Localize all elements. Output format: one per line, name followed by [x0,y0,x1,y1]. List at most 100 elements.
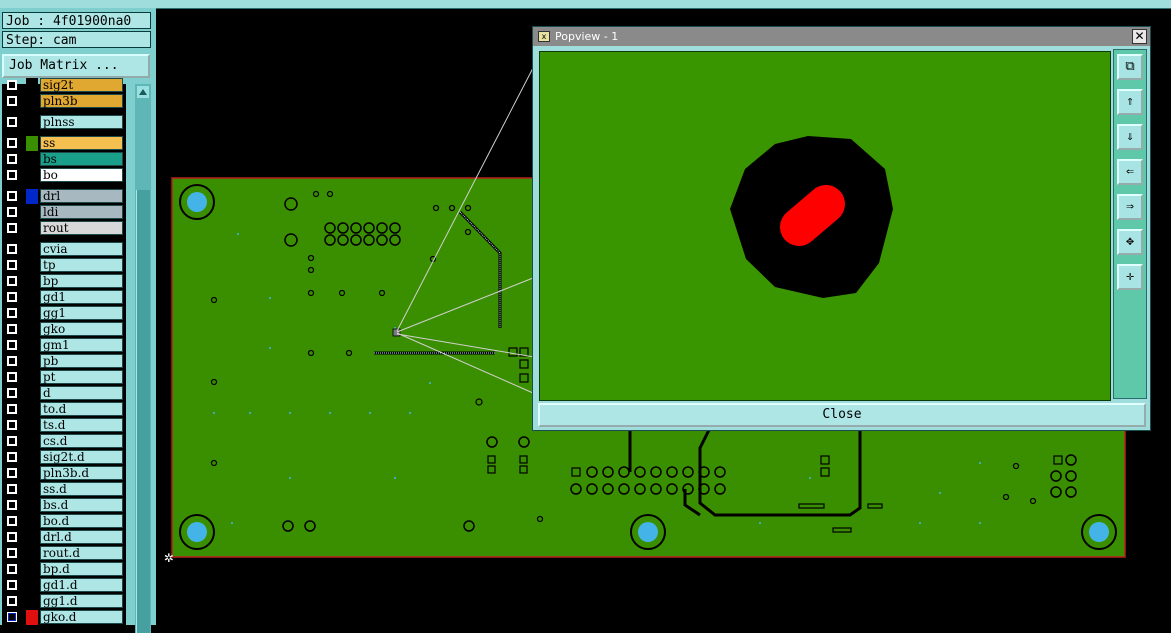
layer-row[interactable]: plnss [2,115,126,130]
layer-row[interactable]: drl.d [2,530,126,545]
layer-color-swatch[interactable] [26,221,38,236]
close-button[interactable]: Close [538,403,1146,427]
layer-row[interactable]: sig2t.d [2,450,126,465]
zoom-window-icon[interactable]: ⧉ [1117,54,1143,80]
layer-checkbox[interactable] [7,356,17,366]
layer-name[interactable]: tp [40,258,123,272]
layer-checkbox[interactable] [7,580,17,590]
layer-row[interactable]: gg1.d [2,594,126,609]
layer-name[interactable]: pln3b [40,94,123,108]
layer-row[interactable]: tp [2,258,126,273]
layer-checkbox[interactable] [7,404,17,414]
layer-color-swatch[interactable] [26,386,38,401]
layer-color-swatch[interactable] [26,78,38,93]
layer-checkbox[interactable] [7,372,17,382]
layer-name[interactable]: drl [40,189,123,203]
layer-color-swatch[interactable] [26,434,38,449]
layer-checkbox[interactable] [7,612,17,622]
layer-name[interactable]: ts.d [40,418,123,432]
layer-checkbox[interactable] [7,260,17,270]
layer-name[interactable]: rout [40,221,123,235]
layer-row[interactable]: bs.d [2,498,126,513]
layer-checkbox[interactable] [7,436,17,446]
layer-checkbox[interactable] [7,420,17,430]
layer-color-swatch[interactable] [26,94,38,109]
layer-color-swatch[interactable] [26,466,38,481]
layer-color-swatch[interactable] [26,306,38,321]
layer-row[interactable]: cs.d [2,434,126,449]
layer-checkbox[interactable] [7,596,17,606]
layer-color-swatch[interactable] [26,258,38,273]
layer-row[interactable]: pt [2,370,126,385]
layer-row[interactable]: bp [2,274,126,289]
layer-checkbox[interactable] [7,532,17,542]
layer-checkbox[interactable] [7,244,17,254]
layer-checkbox[interactable] [7,170,17,180]
layer-color-swatch[interactable] [26,152,38,167]
layer-name[interactable]: sig2t.d [40,450,123,464]
layer-row[interactable]: pln3b.d [2,466,126,481]
layer-color-swatch[interactable] [26,562,38,577]
layer-name[interactable]: rout.d [40,546,123,560]
layer-color-swatch[interactable] [26,498,38,513]
layer-name[interactable]: bp.d [40,562,123,576]
layer-color-swatch[interactable] [26,578,38,593]
layer-name[interactable]: gg1 [40,306,123,320]
layer-color-swatch[interactable] [26,594,38,609]
layer-color-swatch[interactable] [26,136,38,151]
layer-row[interactable]: gd1.d [2,578,126,593]
layer-checkbox[interactable] [7,500,17,510]
layer-checkbox[interactable] [7,223,17,233]
layer-color-swatch[interactable] [26,482,38,497]
pan-right-icon[interactable]: ⇒ [1117,194,1143,220]
layer-color-swatch[interactable] [26,546,38,561]
layer-name[interactable]: pln3b.d [40,466,123,480]
layer-name[interactable]: d [40,386,123,400]
layer-row[interactable]: ss [2,136,126,151]
layer-color-swatch[interactable] [26,242,38,257]
scroll-thumb[interactable] [136,190,150,633]
layer-row[interactable]: pln3b [2,94,126,109]
layer-row[interactable]: bs [2,152,126,167]
layer-checkbox[interactable] [7,484,17,494]
popview-titlebar[interactable]: x Popview - 1 ✕ [533,27,1150,46]
layer-row[interactable]: d [2,386,126,401]
layer-checkbox[interactable] [7,308,17,318]
layer-name[interactable]: gd1 [40,290,123,304]
layer-name[interactable]: gg1.d [40,594,123,608]
layer-name[interactable]: plnss [40,115,123,129]
layer-name[interactable]: gm1 [40,338,123,352]
layer-row[interactable]: pb [2,354,126,369]
layer-name[interactable]: bo [40,168,123,182]
layer-name[interactable]: cs.d [40,434,123,448]
layer-checkbox[interactable] [7,548,17,558]
layer-name[interactable]: pt [40,370,123,384]
layer-name[interactable]: bp [40,274,123,288]
layer-checkbox[interactable] [7,340,17,350]
layer-color-swatch[interactable] [26,450,38,465]
layer-row[interactable]: gd1 [2,290,126,305]
layer-color-swatch[interactable] [26,530,38,545]
layer-color-swatch[interactable] [26,418,38,433]
layer-name[interactable]: bs [40,152,123,166]
layer-checkbox[interactable] [7,96,17,106]
layer-scrollbar[interactable] [135,84,151,633]
layer-name[interactable]: bs.d [40,498,123,512]
layer-checkbox[interactable] [7,276,17,286]
layer-color-swatch[interactable] [26,189,38,204]
layer-name[interactable]: sig2t [40,78,123,92]
layer-row[interactable]: rout.d [2,546,126,561]
layer-color-swatch[interactable] [26,205,38,220]
popview-canvas[interactable] [539,51,1111,401]
layer-color-swatch[interactable] [26,115,38,130]
layer-checkbox[interactable] [7,564,17,574]
layer-name[interactable]: pb [40,354,123,368]
layer-name[interactable]: ss [40,136,123,150]
layer-row[interactable]: ldi [2,205,126,220]
pan-left-icon[interactable]: ⇐ [1117,159,1143,185]
layer-row[interactable]: bo [2,168,126,183]
layer-checkbox[interactable] [7,292,17,302]
layer-row[interactable]: ss.d [2,482,126,497]
layer-row[interactable]: ts.d [2,418,126,433]
layer-row[interactable]: gko.d [2,610,126,625]
